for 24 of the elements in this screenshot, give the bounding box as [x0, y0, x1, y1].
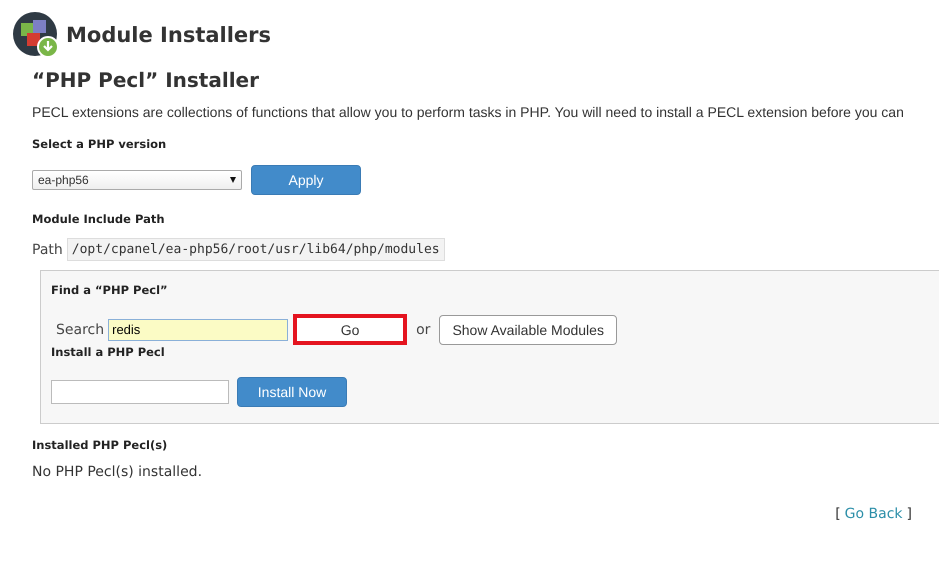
path-label: Path — [32, 242, 63, 258]
installed-heading: Installed PHP Pecl(s) — [32, 438, 168, 452]
search-field[interactable]: redis — [108, 318, 288, 340]
bracket-text: [ — [835, 506, 841, 522]
show-modules-button[interactable]: Show Available Modules — [439, 314, 617, 344]
module-installer-icon — [13, 12, 59, 58]
install-heading: Install a PHP Pecl — [51, 345, 166, 359]
installer-title: “PHP Pecl” Installer — [32, 68, 260, 92]
page-header-title: Module Installers — [66, 23, 272, 47]
no-modules-message: No PHP Pecl(s) installed. — [32, 464, 204, 480]
install-field[interactable] — [51, 380, 229, 404]
go-button[interactable]: Go — [293, 314, 408, 345]
version-label: Select a PHP version — [32, 137, 168, 151]
bracket-text: ] — [906, 506, 912, 522]
include-path-value: /opt/cpanel/ea-php56/root/usr/lib64/php/modules — [66, 238, 445, 261]
go-back-link[interactable]: Go Back — [844, 506, 903, 522]
or-text: or — [416, 322, 430, 338]
apply-button[interactable]: Apply — [251, 165, 361, 195]
install-now-button[interactable]: Install Now — [237, 377, 347, 407]
php-version-select[interactable]: ea-php56 — [32, 170, 242, 190]
find-heading: Find a “PHP Pecl” — [51, 283, 169, 297]
search-label: Search — [56, 322, 104, 338]
description-text: PECL extensions are collections of functions that allow you to perform tasks in PHP. You will need to install a PECL extension before you can — [32, 104, 905, 120]
include-path-heading: Module Include Path — [32, 212, 166, 226]
